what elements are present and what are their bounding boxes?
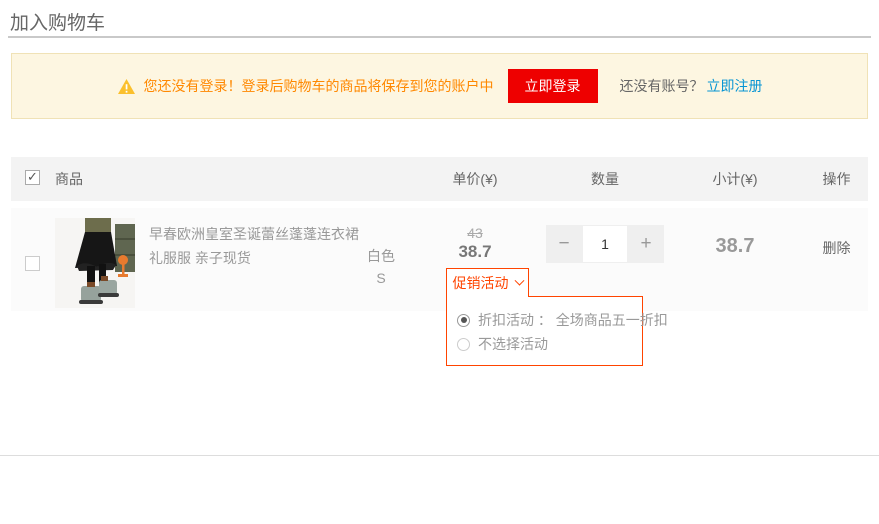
promotion-option-label: 不选择活动 — [478, 334, 548, 354]
login-warning-message: 您还没有登录！登录后购物车的商品将保存到您的账户中 — [144, 76, 494, 96]
subtotal-value: 38.7 — [665, 208, 805, 258]
header-product: 商品 — [55, 169, 405, 189]
promotion-dropdown-panel: 折扣活动 ： 全场商品五一折扣 不选择活动 — [446, 296, 643, 366]
login-now-button[interactable]: 立即登录 — [508, 69, 598, 103]
promotion-dropdown-toggle[interactable]: 促销活动 — [446, 268, 529, 297]
header-subtotal: 小计(¥) — [665, 169, 805, 189]
quantity-plus-button[interactable]: + — [628, 225, 664, 263]
login-warning-banner: 您还没有登录！登录后购物车的商品将保存到您的账户中 立即登录 还没有账号？ 立即… — [11, 53, 868, 119]
promotion-option-discount[interactable]: 折扣活动 ： 全场商品五一折扣 — [457, 308, 642, 332]
register-now-link[interactable]: 立即注册 — [707, 76, 763, 96]
promotion-option-label: 折扣活动 ： 全场商品五一折扣 — [478, 310, 668, 330]
product-color: 白色 — [361, 245, 401, 267]
promotion-label: 促销活动 — [453, 273, 509, 293]
product-image[interactable] — [55, 218, 135, 308]
radio-selected-icon[interactable] — [457, 314, 470, 327]
quantity-stepper: − + — [546, 225, 664, 263]
delete-item-link[interactable]: 删除 — [823, 240, 851, 256]
header-quantity: 数量 — [545, 169, 665, 189]
quantity-input[interactable] — [582, 225, 628, 263]
cart-item-row: 早春欧洲皇室圣诞蕾丝蓬蓬连衣裙礼服服 亲子现货 白色 S 43 38.7 − +… — [11, 208, 868, 311]
product-variant: 白色 S — [361, 245, 401, 308]
chevron-down-icon — [514, 275, 524, 285]
cart-footer-bar: 全选 删除 清除失效商品 已选商品 0 件 合计(不含运费): 0.00¥ 已节… — [0, 456, 879, 524]
unit-price-cell: 43 38.7 — [405, 208, 545, 262]
cart-table-header: 商品 单价(¥) 数量 小计(¥) 操作 — [11, 157, 868, 201]
promotion-option-none[interactable]: 不选择活动 — [457, 332, 642, 356]
page-title: 加入购物车 — [10, 8, 105, 35]
header-select-all-checkbox[interactable] — [25, 170, 40, 185]
current-price: 38.7 — [405, 242, 545, 262]
item-checkbox[interactable] — [25, 256, 40, 271]
no-account-text: 还没有账号？ — [620, 76, 704, 96]
quantity-minus-button[interactable]: − — [546, 225, 582, 263]
original-price: 43 — [405, 225, 545, 241]
product-size: S — [361, 267, 401, 289]
title-divider — [8, 36, 871, 38]
shopping-cart-page: 加入购物车 您还没有登录！登录后购物车的商品将保存到您的账户中 立即登录 还没有… — [0, 0, 879, 524]
header-unit-price: 单价(¥) — [405, 169, 545, 189]
warning-icon — [117, 78, 136, 95]
radio-unselected-icon[interactable] — [457, 338, 470, 351]
header-action: 操作 — [805, 169, 868, 189]
product-name[interactable]: 早春欧洲皇室圣诞蕾丝蓬蓬连衣裙礼服服 亲子现货 — [149, 222, 361, 308]
